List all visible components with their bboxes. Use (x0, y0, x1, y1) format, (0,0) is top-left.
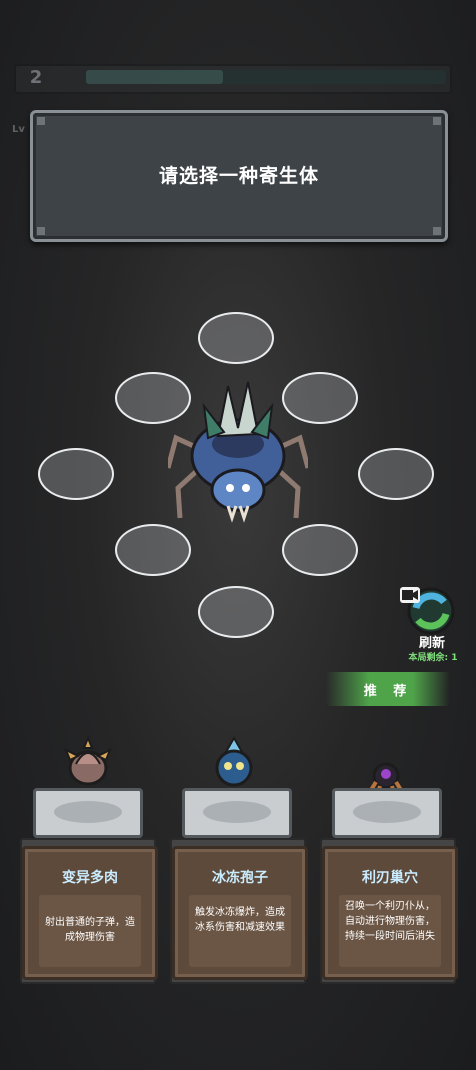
parasite-slot-lower-left[interactable] (115, 524, 191, 576)
panel-corner (433, 227, 441, 235)
parasite-card-3[interactable]: 利刃巢穴 召唤一个利刃仆从，自动进行物理伤害，持续一段时间后消失 (320, 838, 458, 984)
parasite-slot-right[interactable] (358, 448, 434, 500)
card-name: 变异多肉 (62, 870, 118, 886)
hud-level-prefix: Lv (12, 124, 25, 135)
parasite-card-1[interactable]: 变异多肉 射出普通的子弹，造成物理伤害 (20, 838, 158, 984)
panel-corner (37, 227, 45, 235)
card-body: 利刃巢穴 召唤一个利刃仆从，自动进行物理伤害，持续一段时间后消失 (322, 846, 458, 980)
card-name: 冰冻孢子 (212, 870, 268, 886)
hud-progress-fill (86, 70, 223, 84)
mutant-succulent-icon (64, 736, 112, 786)
card-description: 射出普通的子弹，造成物理伤害 (45, 917, 135, 943)
hud-progress-bar (86, 70, 446, 84)
parasite-slot-lower-right[interactable] (282, 524, 358, 576)
card-pedestal (182, 788, 292, 838)
panel-corner (433, 117, 441, 125)
refresh-label: 刷新 (418, 636, 445, 651)
card-pedestal (33, 788, 143, 838)
card-desc-box: 召唤一个利刃仆从，自动进行物理伤害，持续一段时间后消失 (339, 895, 441, 967)
refresh-remaining-count: 本局剩余: 1 (408, 653, 458, 663)
video-ad-icon (400, 587, 420, 603)
card-body: 冰冻孢子 触发冰冻爆炸，造成冰系伤害和减速效果 (172, 846, 308, 980)
frost-spore-icon (215, 736, 253, 787)
panel-corner (37, 117, 45, 125)
recommend-button[interactable]: 推 荐 (326, 672, 450, 706)
parasite-slot-bottom[interactable] (198, 586, 274, 638)
card-body: 变异多肉 射出普通的子弹，造成物理伤害 (22, 846, 158, 980)
parasite-slot-top[interactable] (198, 312, 274, 364)
panel-title: 请选择一种寄生体 (158, 165, 319, 187)
spider-creature-icon (168, 381, 308, 523)
card-name: 利刃巢穴 (362, 870, 418, 886)
card-desc-box: 触发冰冻爆炸，造成冰系伤害和减速效果 (189, 895, 291, 967)
recommend-label: 推 荐 (363, 684, 413, 699)
hud-level: 2 (29, 67, 43, 88)
parasite-card-2[interactable]: 冰冻孢子 触发冰冻爆炸，造成冰系伤害和减速效果 (170, 838, 308, 984)
card-description: 召唤一个利刃仆从，自动进行物理伤害，持续一段时间后消失 (345, 901, 435, 942)
card-pedestal (332, 788, 442, 838)
title-panel: 请选择一种寄生体 (30, 110, 448, 242)
card-desc-box: 射出普通的子弹，造成物理伤害 (39, 895, 141, 967)
card-description: 触发冰冻爆炸，造成冰系伤害和减速效果 (195, 907, 285, 933)
parasite-slot-left[interactable] (38, 448, 114, 500)
